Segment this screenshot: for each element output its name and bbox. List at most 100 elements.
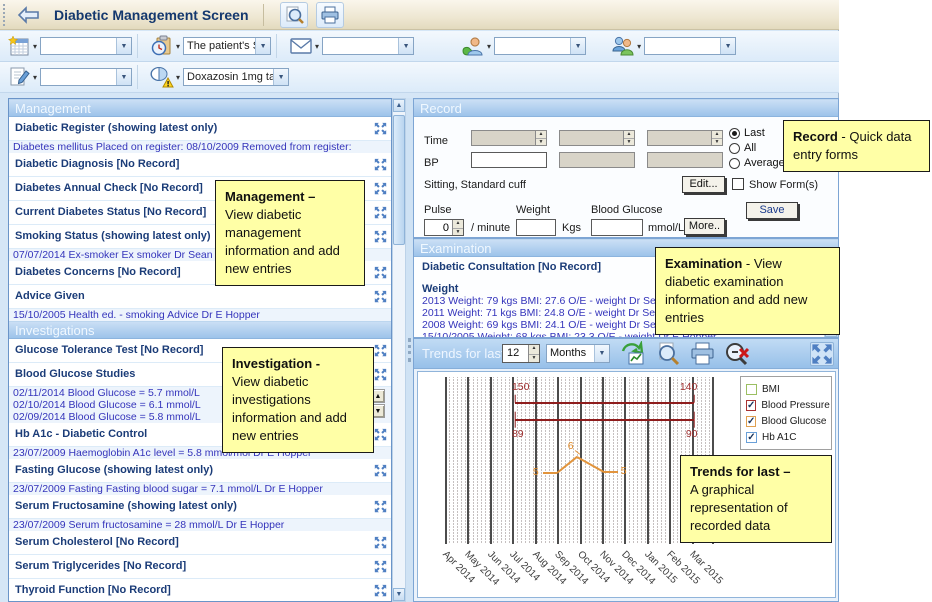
patient-summary-button[interactable] xyxy=(149,34,175,58)
trend-period-stepper[interactable]: 12 ▲▼ xyxy=(502,344,540,363)
zoom-in-button[interactable] xyxy=(654,341,681,370)
legend-checkbox[interactable]: ✓ xyxy=(746,416,756,427)
radio-option-last[interactable]: Last xyxy=(729,127,765,139)
printer-icon xyxy=(320,5,340,25)
expand-icon[interactable] xyxy=(374,536,388,550)
time-field-2[interactable]: ▲▼ xyxy=(559,130,635,146)
legend-checkbox[interactable]: ✓ xyxy=(746,432,757,443)
refresh-chart-button[interactable] xyxy=(619,341,646,370)
page-title: Diabetic Management Screen xyxy=(54,7,249,23)
more-button[interactable]: More.. xyxy=(684,218,725,235)
new-appointment-button[interactable] xyxy=(6,34,32,58)
radio-option-average[interactable]: Average xyxy=(729,157,785,169)
expand-icon[interactable] xyxy=(374,560,388,574)
expand-icon[interactable] xyxy=(374,500,388,514)
pulse-stepper[interactable]: 0 ▲▼ xyxy=(424,219,464,236)
panel-splitter[interactable] xyxy=(406,98,413,602)
print-button[interactable] xyxy=(316,2,344,28)
legend-item: ✓Blood Glucose xyxy=(746,413,826,429)
expand-icon[interactable] xyxy=(374,266,388,280)
back-button[interactable] xyxy=(14,3,44,27)
combo-dropdown-button[interactable]: ▼ xyxy=(116,38,131,54)
combo-dropdown-button[interactable]: ▼ xyxy=(570,38,585,54)
prescription-combo[interactable]: ▼ xyxy=(40,68,132,86)
scrollbar-up-button[interactable]: ▲ xyxy=(393,99,405,112)
appointment-combo[interactable]: ▼ xyxy=(40,37,132,55)
show-forms-checkbox[interactable] xyxy=(732,178,744,190)
chart-line-segment xyxy=(514,395,515,403)
radio-button[interactable] xyxy=(729,143,740,154)
legend-checkbox[interactable]: ✓ xyxy=(746,400,756,411)
show-forms-option[interactable]: Show Form(s) xyxy=(732,178,818,191)
list-item[interactable]: Diabetic Diagnosis [No Record] xyxy=(9,153,391,177)
left-panel-scrollbar[interactable]: ▲ ▼ xyxy=(392,98,406,602)
expand-icon[interactable] xyxy=(374,122,388,136)
legend-checkbox[interactable] xyxy=(746,384,757,395)
referral-combo[interactable]: ▼ xyxy=(494,37,586,55)
save-button[interactable]: Save xyxy=(746,202,798,219)
expand-icon[interactable] xyxy=(374,290,388,304)
expand-icon[interactable] xyxy=(374,464,388,478)
edit-button[interactable]: Edit... xyxy=(682,176,725,193)
list-item[interactable]: Diabetic Register (showing latest only) xyxy=(9,117,391,141)
expand-icon[interactable] xyxy=(374,428,388,442)
expand-icon[interactable] xyxy=(374,230,388,244)
dropdown-arrow[interactable]: ▾ xyxy=(487,42,491,51)
bp-field-2[interactable] xyxy=(559,152,635,168)
medication-combo[interactable]: Doxazosin 1mg ta... ▼ xyxy=(183,68,289,86)
list-item[interactable]: Serum Fructosamine (showing latest only) xyxy=(9,495,391,519)
list-item[interactable]: Advice Given xyxy=(9,285,391,309)
expand-icon[interactable] xyxy=(374,584,388,598)
mail-button[interactable] xyxy=(288,34,314,58)
medication-warning-button[interactable] xyxy=(149,65,175,89)
expand-panel-button[interactable] xyxy=(810,342,834,366)
list-item[interactable]: Serum Triglycerides [No Record] xyxy=(9,555,391,579)
chart-line-segment xyxy=(515,402,694,404)
combo-dropdown-button[interactable]: ▼ xyxy=(398,38,413,54)
combo-dropdown-button[interactable]: ▼ xyxy=(273,69,288,85)
zoom-reset-button[interactable] xyxy=(724,341,751,370)
expand-icon[interactable] xyxy=(374,368,388,382)
expand-icon[interactable] xyxy=(374,158,388,172)
scrollbar-thumb[interactable] xyxy=(393,115,405,245)
mail-combo[interactable]: ▼ xyxy=(322,37,414,55)
bp-field-3[interactable] xyxy=(647,152,723,168)
combo-dropdown-button[interactable]: ▼ xyxy=(255,38,270,54)
combo-dropdown-button[interactable]: ▼ xyxy=(720,38,735,54)
trend-unit-combo[interactable]: Months ▼ xyxy=(546,344,610,363)
bp-field-1[interactable] xyxy=(471,152,547,168)
time-field-3[interactable]: ▲▼ xyxy=(647,130,723,146)
consultation-label[interactable]: Diabetic Consultation [No Record] xyxy=(422,261,601,273)
patients-button[interactable] xyxy=(610,34,636,58)
time-field-1[interactable]: ▲▼ xyxy=(471,130,547,146)
patient-summary-combo[interactable]: The patient's S... ▼ xyxy=(183,37,271,55)
dropdown-arrow[interactable]: ▾ xyxy=(637,42,641,51)
dropdown-arrow[interactable]: ▾ xyxy=(176,42,180,51)
dropdown-arrow[interactable]: ▾ xyxy=(176,73,180,82)
weight-field[interactable] xyxy=(516,219,556,236)
list-item[interactable]: Thyroid Function [No Record] xyxy=(9,579,391,602)
combo-dropdown-button[interactable]: ▼ xyxy=(594,345,609,362)
expand-icon[interactable] xyxy=(374,344,388,358)
radio-button[interactable] xyxy=(729,128,740,139)
expand-icon[interactable] xyxy=(374,182,388,196)
toolbar-grip[interactable] xyxy=(3,4,6,26)
referral-button[interactable] xyxy=(460,34,486,58)
patient-combo[interactable]: ▼ xyxy=(644,37,736,55)
back-arrow-icon xyxy=(16,5,42,25)
scrollbar-down-button[interactable]: ▼ xyxy=(393,588,405,601)
new-prescription-button[interactable] xyxy=(6,65,32,89)
combo-dropdown-button[interactable]: ▼ xyxy=(116,69,131,85)
dropdown-arrow[interactable]: ▾ xyxy=(33,42,37,51)
dropdown-arrow[interactable]: ▾ xyxy=(33,73,37,82)
expand-icon[interactable] xyxy=(374,206,388,220)
list-item[interactable]: Serum Cholesterol [No Record] xyxy=(9,531,391,555)
find-button[interactable] xyxy=(280,2,308,28)
list-item[interactable]: Fasting Glucose (showing latest only) xyxy=(9,459,391,483)
radio-option-all[interactable]: All xyxy=(729,142,756,154)
weight-heading[interactable]: Weight xyxy=(422,283,458,295)
blood-glucose-field[interactable] xyxy=(591,219,643,236)
print-chart-button[interactable] xyxy=(689,341,716,370)
radio-button[interactable] xyxy=(729,158,740,169)
dropdown-arrow[interactable]: ▾ xyxy=(315,42,319,51)
